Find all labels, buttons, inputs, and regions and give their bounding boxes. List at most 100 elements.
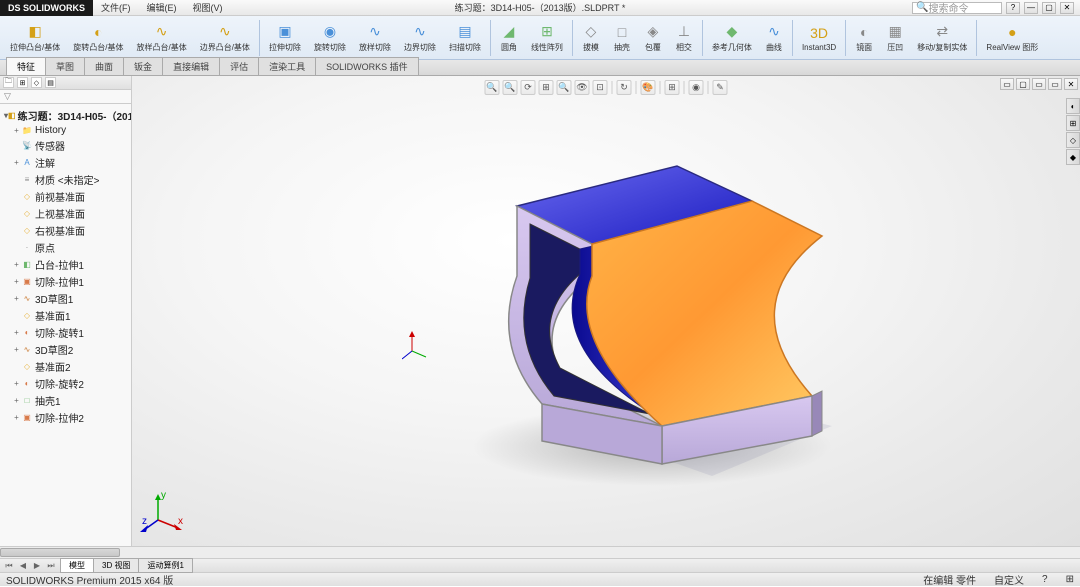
status-options-icon[interactable]: ⊞ <box>1066 574 1074 585</box>
ribbon-边界凸台/基体[interactable]: ∿边界凸台/基体 <box>194 18 256 58</box>
status-custom[interactable]: 自定义 <box>994 572 1024 587</box>
orientation-triad-icon[interactable]: y x z <box>140 490 184 534</box>
ribbon-曲线[interactable]: ∿曲线 <box>759 18 789 58</box>
view-tool-button[interactable]: ⟳ <box>521 80 536 95</box>
viewport-window-button[interactable]: ▢ <box>1016 78 1030 90</box>
view-tool-button[interactable]: 🎨 <box>641 80 656 95</box>
tree-item[interactable]: +□抽壳1 <box>2 392 129 409</box>
ribbon-镜面[interactable]: ◐镜面 <box>849 18 879 58</box>
close-button[interactable]: ✕ <box>1060 2 1074 14</box>
tree-item[interactable]: +◧凸台-拉伸1 <box>2 256 129 273</box>
expand-icon[interactable]: + <box>12 328 21 337</box>
expand-icon[interactable]: + <box>12 158 21 167</box>
ribbon-相交[interactable]: ⊥相交 <box>669 18 699 58</box>
view-tool-button[interactable]: ✎ <box>713 80 728 95</box>
view-tool-button[interactable]: 👁 <box>575 80 590 95</box>
view-tool-button[interactable]: ⊞ <box>665 80 680 95</box>
ribbon-旋转凸台/基体[interactable]: ◐旋转凸台/基体 <box>67 18 129 58</box>
tree-item[interactable]: +◐切除-旋转2 <box>2 375 129 392</box>
tree-item[interactable]: +◐切除-旋转1 <box>2 324 129 341</box>
ribbon-放样凸台/基体[interactable]: ∿放样凸台/基体 <box>130 18 192 58</box>
menu-view[interactable]: 视图(V) <box>185 1 231 14</box>
tree-item[interactable]: +▣切除-拉伸1 <box>2 273 129 290</box>
help-icon[interactable]: ? <box>1006 2 1020 14</box>
viewport-window-button[interactable]: ✕ <box>1064 78 1078 90</box>
view-tool-button[interactable]: ◉ <box>689 80 704 95</box>
tree-item[interactable]: ≡材质 <未指定> <box>2 171 129 188</box>
ribbon-抽壳[interactable]: □抽壳 <box>607 18 637 58</box>
tab-SOLIDWORKS 插件[interactable]: SOLIDWORKS 插件 <box>315 57 419 75</box>
menu-edit[interactable]: 编辑(E) <box>139 1 185 14</box>
tab-钣金[interactable]: 钣金 <box>123 57 163 75</box>
ribbon-拉伸凸台/基体[interactable]: ◧拉伸凸台/基体 <box>4 18 66 58</box>
ribbon-扫描切除[interactable]: ▤扫描切除 <box>443 18 487 58</box>
side-panel-button[interactable]: ⊞ <box>1066 115 1080 131</box>
tab-渲染工具[interactable]: 渲染工具 <box>258 57 316 75</box>
ribbon-压凹[interactable]: ▦压凹 <box>880 18 910 58</box>
ribbon-线性阵列[interactable]: ⊞线性阵列 <box>525 18 569 58</box>
tree-tab-icon[interactable]: ◇ <box>31 77 42 88</box>
tree-item[interactable]: +∿3D草图1 <box>2 290 129 307</box>
ribbon-放样切除[interactable]: ∿放样切除 <box>353 18 397 58</box>
ribbon-旋转切除[interactable]: ◉旋转切除 <box>308 18 352 58</box>
ribbon-移动/复制实体[interactable]: ⇄移动/复制实体 <box>911 18 973 58</box>
tab-nav-next[interactable]: ▶ <box>30 561 44 571</box>
menu-file[interactable]: 文件(F) <box>93 1 139 14</box>
tab-评估[interactable]: 评估 <box>219 57 259 75</box>
ribbon-Instant3D[interactable]: 3DInstant3D <box>796 18 842 58</box>
ribbon-边界切除[interactable]: ∿边界切除 <box>398 18 442 58</box>
ribbon-包覆[interactable]: ◈包覆 <box>638 18 668 58</box>
expand-icon[interactable]: + <box>12 379 21 388</box>
doc-tab[interactable]: 3D 视图 <box>93 558 139 573</box>
tree-item[interactable]: ◇上视基准面 <box>2 205 129 222</box>
tree-item[interactable]: +A注解 <box>2 154 129 171</box>
tab-nav-last[interactable]: ⏭ <box>44 561 58 571</box>
doc-tab[interactable]: 运动算例1 <box>138 558 192 573</box>
expand-icon[interactable]: + <box>12 294 21 303</box>
ribbon-圆角[interactable]: ◢圆角 <box>494 18 524 58</box>
view-tool-button[interactable]: 🔍 <box>485 80 500 95</box>
view-tool-button[interactable]: ⊞ <box>539 80 554 95</box>
3d-viewport[interactable]: 🔍🔍⟳⊞🔍👁⊡↻🎨⊞◉✎ ▭▢▭▭✕ ◐⊞◇◆ <box>132 76 1080 546</box>
tab-nav-first[interactable]: ⏮ <box>2 561 16 571</box>
filter-icon[interactable]: ▽ <box>4 91 11 102</box>
viewport-window-button[interactable]: ▭ <box>1048 78 1062 90</box>
horizontal-scrollbar[interactable] <box>0 546 1080 558</box>
side-panel-button[interactable]: ◆ <box>1066 149 1080 165</box>
tab-草图[interactable]: 草图 <box>45 57 85 75</box>
maximize-button[interactable]: ▢ <box>1042 2 1056 14</box>
tree-item[interactable]: +▣切除-拉伸2 <box>2 409 129 426</box>
doc-tab[interactable]: 模型 <box>60 558 94 573</box>
tab-直接编辑[interactable]: 直接编辑 <box>162 57 220 75</box>
ribbon-拉伸切除[interactable]: ▣拉伸切除 <box>263 18 307 58</box>
ribbon-拔模[interactable]: ◇拔模 <box>576 18 606 58</box>
expand-icon[interactable]: + <box>12 413 21 422</box>
minimize-button[interactable]: — <box>1024 2 1038 14</box>
expand-icon[interactable]: + <box>12 260 21 269</box>
expand-icon[interactable]: + <box>12 345 21 354</box>
tree-item[interactable]: +📁History <box>2 124 129 137</box>
tree-tab-icon[interactable]: ⊞ <box>17 77 28 88</box>
tab-曲面[interactable]: 曲面 <box>84 57 124 75</box>
viewport-window-button[interactable]: ▭ <box>1000 78 1014 90</box>
tree-item[interactable]: ◇基准面1 <box>2 307 129 324</box>
viewport-window-button[interactable]: ▭ <box>1032 78 1046 90</box>
view-tool-button[interactable]: ↻ <box>617 80 632 95</box>
tree-item[interactable]: +∿3D草图2 <box>2 341 129 358</box>
ribbon-RealView 图形[interactable]: ●RealView 图形 <box>980 18 1044 58</box>
tree-root[interactable]: ▾◧练习题：3D14-H05-（2015版） <box>2 107 129 124</box>
tree-item[interactable]: ◇右视基准面 <box>2 222 129 239</box>
search-input[interactable]: 🔍搜索命令 <box>912 2 1002 14</box>
tree-item[interactable]: 📡传感器 <box>2 137 129 154</box>
expand-icon[interactable]: + <box>12 126 21 135</box>
expand-icon[interactable]: + <box>12 277 21 286</box>
tree-item[interactable]: ◇基准面2 <box>2 358 129 375</box>
tree-tab-icon[interactable]: 🗀 <box>3 77 14 88</box>
side-panel-button[interactable]: ◐ <box>1066 98 1080 114</box>
side-panel-button[interactable]: ◇ <box>1066 132 1080 148</box>
status-help-icon[interactable]: ? <box>1042 574 1048 585</box>
tree-item[interactable]: ◇前视基准面 <box>2 188 129 205</box>
view-tool-button[interactable]: ⊡ <box>593 80 608 95</box>
expand-icon[interactable]: + <box>12 396 21 405</box>
tab-特征[interactable]: 特征 <box>6 57 46 75</box>
